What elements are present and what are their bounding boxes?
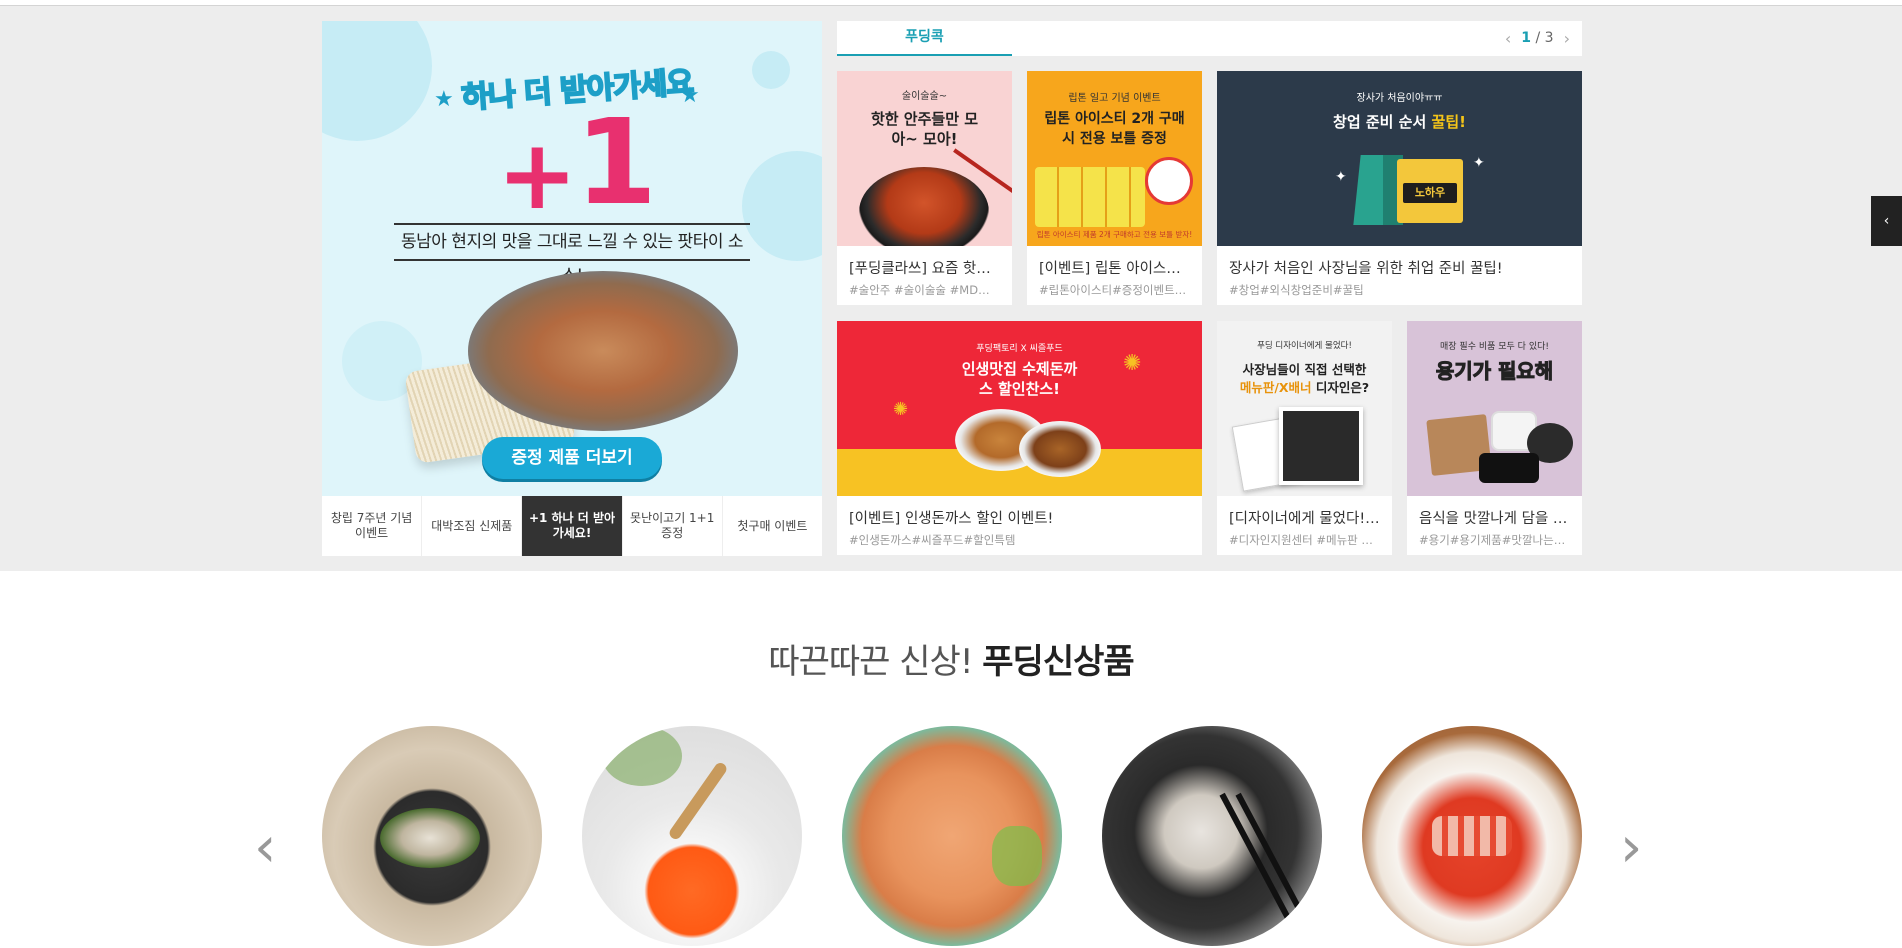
promo-tab-active[interactable]: +1 하나 더 받아가세요! xyxy=(522,496,623,556)
pad-thai-plate-image xyxy=(468,271,738,431)
sprouts-image xyxy=(992,826,1042,886)
pager-total: 3 xyxy=(1544,30,1554,46)
thumb-headline: 창업 준비 순서 꿀팁! xyxy=(1217,111,1582,132)
thumb-tail: 디자인은? xyxy=(1315,380,1370,395)
promo-tab[interactable]: 첫구매 이벤트 xyxy=(723,496,822,556)
content-card[interactable]: 푸딩 디자이너에게 물었다! 사장님들이 직접 선택한 메뉴판/X배너 디자인은… xyxy=(1217,321,1392,555)
content-card[interactable]: 매장 필수 비품 모두 다 있다! 용기가 필요해 음식을 맛깔나게 담을 용기… xyxy=(1407,321,1582,555)
decor-bubble xyxy=(742,151,822,261)
thumb-kicker: 푸딩팩토리 X 씨즐푸드 xyxy=(976,344,1063,354)
bowl-image xyxy=(1479,453,1539,483)
clams-image xyxy=(380,808,480,868)
thumb-footnote: 립톤 아이스티 제품 2개 구매하고 전용 보틀 받자! xyxy=(1036,230,1193,239)
plus-one-badge: + 1 xyxy=(497,103,657,223)
content-card[interactable]: 술이술술~ 핫한 안주들만 모아~ 모아! [푸딩클라쓰] 요즘 핫한 안주들만… xyxy=(837,71,1012,305)
thumb-kicker: 립톤 일고 기념 이벤트 xyxy=(1068,93,1161,104)
card-thumbnail: 푸딩팩토리 X 씨즐푸드 인생맛집 수제돈까스 할인찬스! ✺ ✺ xyxy=(837,321,1202,496)
card-title: [이벤트] 인생돈까스 할인 이벤트! xyxy=(849,511,1054,527)
card-tags: #디자인지원센터 #메뉴판 #X배너 xyxy=(1229,533,1380,547)
thumb-headline: 용기가 필요해 xyxy=(1435,359,1554,384)
chopsticks-image xyxy=(1235,792,1307,920)
chopsticks-image xyxy=(1219,792,1291,920)
promo-tabs: 창립 7주년 기념 이벤트 대박조짐 신제품 +1 하나 더 받아가세요! 못난… xyxy=(322,496,822,556)
pager-next-icon[interactable]: › xyxy=(1564,21,1570,56)
thumb-kicker: 술이술술~ xyxy=(901,91,948,102)
carousel-next-icon[interactable]: › xyxy=(1620,820,1642,876)
side-panel-toggle[interactable]: ‹ xyxy=(1871,196,1902,246)
promo-tab[interactable]: 대박조짐 신제품 xyxy=(422,496,523,556)
card-tags: #용기#용기제품#맛깔나는음식 xyxy=(1419,533,1570,547)
tonkatsu-plate-image xyxy=(1019,421,1101,477)
sparkle-icon: ✦ xyxy=(1473,155,1485,171)
carousel-prev-icon[interactable]: ‹ xyxy=(254,820,276,876)
card-tags: #인생돈까스#씨즐푸드#할인특템 xyxy=(849,533,1016,547)
product-clam-pasta[interactable] xyxy=(322,726,542,946)
firework-icon: ✺ xyxy=(893,399,909,420)
lipton-products-image xyxy=(1035,167,1145,227)
firework-icon: ✺ xyxy=(1123,351,1142,376)
sparkle-icon: ✦ xyxy=(1335,169,1347,185)
bottle-image xyxy=(1145,157,1193,205)
tab-puddingkok[interactable]: 푸딩콕 xyxy=(837,21,1012,56)
content-tabbar: 푸딩콕 ‹ 1 / 3 › xyxy=(837,21,1582,56)
new-products-title-bold: 푸딩신상품 xyxy=(982,642,1134,682)
thumb-headline: 인생맛집 수제돈까스 할인찬스! xyxy=(961,360,1078,398)
pager-prev-icon[interactable]: ‹ xyxy=(1505,21,1511,56)
promo-subtitle: 동남아 현지의 맛을 그대로 느낄 수 있는 팟타이 소스! xyxy=(394,223,750,286)
thumb-highlight: 메뉴판/X배너 xyxy=(1239,380,1312,395)
promo-visual[interactable]: ★ ★ 하나 더 받아가세요 + 1 동남아 현지의 맛을 그대로 느낄 수 있… xyxy=(322,21,822,496)
thumb-kicker: 장사가 처음이야ㅠㅠ xyxy=(1356,93,1443,104)
one-digit: 1 xyxy=(575,93,658,231)
decor-bubble xyxy=(322,21,432,141)
card-thumbnail: 립톤 일고 기념 이벤트 립톤 아이스티 2개 구매시 전용 보틀 증정 립톤 … xyxy=(1027,71,1202,246)
pager-separator: / xyxy=(1535,30,1541,46)
content-card[interactable]: 장사가 처음이야ㅠㅠ 창업 준비 순서 꿀팁! 노하우 ✦ ✦ 장사가 처음인 … xyxy=(1217,71,1582,305)
card-title: 장사가 처음인 사장님을 위한 취업 준비 꿀팁! xyxy=(1229,261,1503,277)
card-title: [푸딩클라쓰] 요즘 핫한 안주들만 모아~ 모아! xyxy=(849,261,1000,277)
rice-cakes-image xyxy=(1432,816,1512,856)
card-thumbnail: 매장 필수 비품 모두 다 있다! 용기가 필요해 xyxy=(1407,321,1582,496)
card-title: [이벤트] 립톤 아이스티 2개 구매시 전용 보틀 증정 xyxy=(1039,261,1190,277)
product-flying-fish-roe[interactable] xyxy=(582,726,802,946)
card-tags: #립톤아이스티#증정이벤트#전용보틀 xyxy=(1039,283,1190,297)
promo-tab[interactable]: 창립 7주년 기념 이벤트 xyxy=(322,496,423,556)
new-products-title: 따끈따끈 신상! 푸딩신상품 xyxy=(0,634,1902,683)
card-thumbnail: 장사가 처음이야ㅠㅠ 창업 준비 순서 꿀팁! 노하우 ✦ ✦ xyxy=(1217,71,1582,246)
content-pager: ‹ 1 / 3 › xyxy=(1505,21,1570,56)
thumb-headline-text: 창업 준비 순서 xyxy=(1333,113,1427,131)
card-title: 음식을 맛깔나게 담을 용기가 필요해 xyxy=(1419,511,1570,527)
thumb-subline: 메뉴판/X배너 디자인은? xyxy=(1217,377,1392,396)
product-dried-shrimp[interactable] xyxy=(842,726,1062,946)
promo-banner: ★ ★ 하나 더 받아가세요 + 1 동남아 현지의 맛을 그대로 느낄 수 있… xyxy=(322,21,822,556)
thumb-highlight: 꿀팁! xyxy=(1431,113,1466,131)
promo-tab[interactable]: 못난이고기 1+1증정 xyxy=(623,496,723,556)
knowhow-badge: 노하우 xyxy=(1403,183,1457,203)
leafy-garnish-image xyxy=(602,726,682,786)
thumb-kicker: 매장 필수 비품 모두 다 있다! xyxy=(1440,342,1549,352)
decor-bubble xyxy=(752,51,790,89)
card-thumbnail: 술이술술~ 핫한 안주들만 모아~ 모아! xyxy=(837,71,1012,246)
thumb-kicker: 푸딩 디자이너에게 물었다! xyxy=(1257,341,1352,351)
spoon-image xyxy=(667,760,729,842)
card-title: [디자이너에게 물었다!] 사장님들이 직접 선택한 메뉴판/X배너 디자인은? xyxy=(1229,511,1380,527)
card-tags: #창업#외식창업준비#꿀팁 xyxy=(1229,283,1364,297)
shrimp-bowl-image xyxy=(859,167,989,246)
plus-sign: + xyxy=(497,119,578,231)
menu-board-image xyxy=(1279,407,1363,485)
thumb-headline: 립톤 아이스티 2개 구매시 전용 보틀 증정 xyxy=(1044,111,1185,147)
card-tags: #술안주 #술이술술 #MD추천상품 xyxy=(849,283,1000,297)
pager-current: 1 xyxy=(1521,30,1532,46)
card-thumbnail: 푸딩 디자이너에게 물었다! 사장님들이 직접 선택한 메뉴판/X배너 디자인은… xyxy=(1217,321,1392,496)
thumb-headline: 핫한 안주들만 모아~ 모아! xyxy=(870,110,979,148)
gift-products-more-button[interactable]: 증정 제품 더보기 xyxy=(482,437,662,479)
thumb-headline: 사장님들이 직접 선택한 xyxy=(1242,362,1367,377)
content-card[interactable]: 푸딩팩토리 X 씨즐푸드 인생맛집 수제돈까스 할인찬스! ✺ ✺ [이벤트] … xyxy=(837,321,1202,555)
content-card[interactable]: 립톤 일고 기념 이벤트 립톤 아이스티 2개 구매시 전용 보틀 증정 립톤 … xyxy=(1027,71,1202,305)
new-products-title-light: 따끈따끈 신상! xyxy=(768,642,973,682)
product-tteokbokki[interactable] xyxy=(1362,726,1582,946)
product-sea-squirt-sashimi[interactable] xyxy=(1102,726,1322,946)
